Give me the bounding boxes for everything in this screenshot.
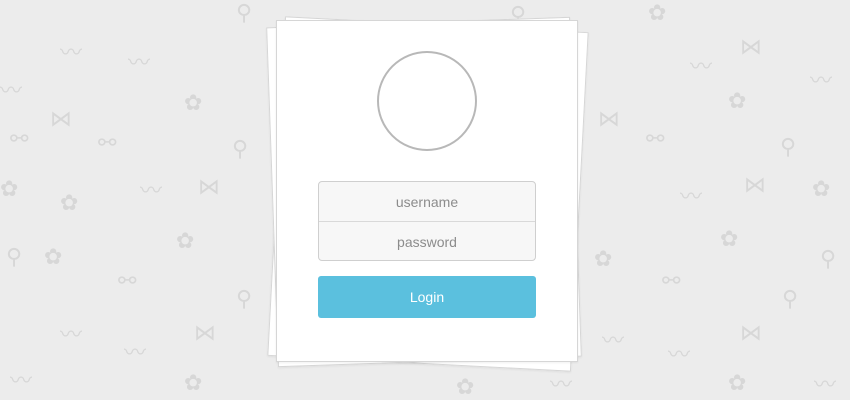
- login-button[interactable]: Login: [318, 276, 536, 318]
- credentials-field-group: [318, 181, 536, 261]
- login-card-stack: Login: [0, 0, 850, 400]
- username-input[interactable]: [319, 182, 535, 221]
- password-input[interactable]: [319, 222, 535, 260]
- avatar: [377, 51, 477, 151]
